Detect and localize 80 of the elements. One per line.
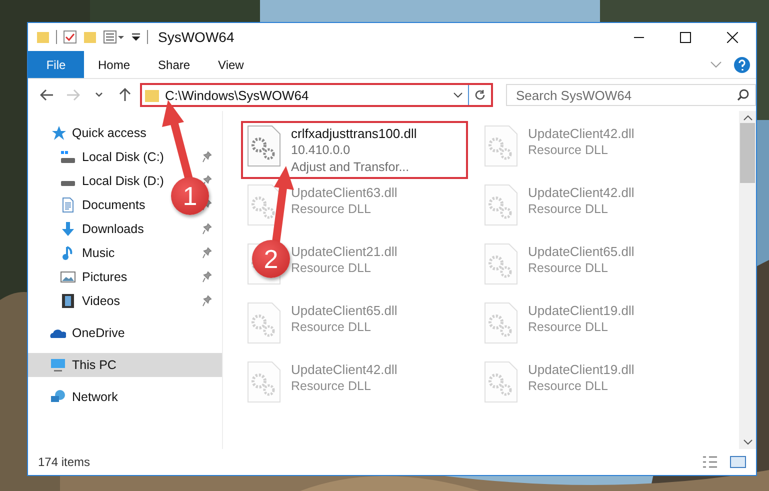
file-tab[interactable]: File <box>28 51 84 78</box>
file-detail: Resource DLL <box>291 201 371 218</box>
sidebar-item[interactable]: Music <box>28 241 119 265</box>
file-detail: 10.410.0.0 <box>291 142 350 159</box>
close-icon[interactable] <box>727 32 738 42</box>
window-title: SysWOW64 <box>158 29 234 45</box>
file-detail: Adjust and Transfor... <box>291 159 410 176</box>
scrollbar[interactable] <box>739 111 756 449</box>
search-icon <box>737 89 749 101</box>
ribbon-tab[interactable]: Share <box>144 51 204 78</box>
file-name[interactable]: UpdateClient42.dll <box>528 125 634 142</box>
ribbon-tab[interactable]: View <box>204 51 258 78</box>
file-name[interactable]: UpdateClient19.dll <box>528 361 634 378</box>
download-icon <box>60 221 76 237</box>
file-detail: Resource DLL <box>528 142 608 159</box>
caret-icon[interactable] <box>95 92 103 98</box>
file-detail: Resource DLL <box>528 260 608 277</box>
checklist-icon[interactable] <box>63 30 77 44</box>
drive-icon <box>60 149 76 165</box>
maximize-icon[interactable] <box>680 32 691 42</box>
scroll-up-icon[interactable] <box>742 115 752 121</box>
file-gear-icon <box>484 125 518 167</box>
file-name[interactable]: UpdateClient21.dll <box>291 243 398 260</box>
sidebar-item[interactable]: Local Disk (D:) <box>28 169 168 193</box>
file-gear-icon <box>484 184 518 226</box>
view-icon[interactable] <box>103 30 125 44</box>
file-name[interactable]: crlfxadjusttrans100.dll <box>291 125 417 142</box>
file-detail: Resource DLL <box>528 378 608 395</box>
star-icon <box>50 125 66 141</box>
search-field[interactable]: Search SysWOW64 <box>506 84 756 106</box>
ribbon-tab[interactable]: Home <box>84 51 144 78</box>
file-detail: Resource DLL <box>291 260 371 277</box>
file-detail: Resource DLL <box>528 201 608 218</box>
dropdown-icon[interactable] <box>131 32 141 42</box>
chevron-icon[interactable] <box>710 60 722 68</box>
scrollbar-thumb[interactable] <box>740 123 755 183</box>
sidebar-item[interactable]: This PC <box>28 353 222 377</box>
file-gear-icon <box>247 184 281 226</box>
file-name[interactable]: UpdateClient65.dll <box>291 302 398 319</box>
file-gear-icon <box>247 361 281 403</box>
file-gear-icon <box>484 302 518 344</box>
file-detail: Resource DLL <box>528 319 608 336</box>
up-arrow-icon[interactable] <box>119 88 131 102</box>
drive-icon <box>60 180 76 187</box>
file-gear-icon <box>484 243 518 285</box>
file-gear-icon <box>247 302 281 344</box>
file-detail: Resource DLL <box>291 319 371 336</box>
item-count: 174 items <box>38 455 92 469</box>
sidebar-item[interactable]: OneDrive <box>28 321 129 345</box>
file-item[interactable]: crlfxadjusttrans100.dll 10.410.0.0 Adjust and Transfor... <box>241 121 468 179</box>
file-detail: Resource DLL <box>291 378 371 395</box>
back-arrow-icon[interactable] <box>40 89 54 101</box>
sidebar-item[interactable]: Videos <box>28 289 124 313</box>
file-name[interactable]: UpdateClient42.dll <box>528 184 634 201</box>
sidebar-item[interactable]: Downloads <box>28 217 148 241</box>
sidebar-item[interactable]: Pictures <box>28 265 132 289</box>
folder-icon <box>145 88 159 102</box>
picture-icon <box>60 269 76 285</box>
address-bar[interactable]: C:\Windows\SysWOW64 <box>140 83 493 107</box>
sidebar-item[interactable]: Local Disk (C:) <box>28 145 168 169</box>
network-icon <box>50 389 66 405</box>
document-icon <box>60 197 76 213</box>
computer-icon <box>50 357 66 373</box>
sidebar-item[interactable]: Quick access <box>28 121 150 145</box>
scroll-down-icon[interactable] <box>742 439 752 445</box>
film-icon <box>60 293 76 309</box>
sidebar-item[interactable]: Documents <box>28 193 150 217</box>
details-view-icon[interactable] <box>702 455 718 469</box>
refresh-icon[interactable] <box>474 89 486 101</box>
help-icon[interactable] <box>734 56 750 72</box>
tiles-view-icon[interactable] <box>730 455 746 469</box>
file-name[interactable]: UpdateClient65.dll <box>528 243 634 260</box>
file-name[interactable]: UpdateClient63.dll <box>291 184 398 201</box>
file-name[interactable]: UpdateClient42.dll <box>291 361 398 378</box>
file-name[interactable]: UpdateClient19.dll <box>528 302 634 319</box>
file-gear-icon <box>247 125 281 167</box>
sidebar-item[interactable]: Network <box>28 385 122 409</box>
caret-icon[interactable] <box>453 92 463 98</box>
file-gear-icon <box>484 361 518 403</box>
minimize-icon[interactable] <box>634 36 644 38</box>
